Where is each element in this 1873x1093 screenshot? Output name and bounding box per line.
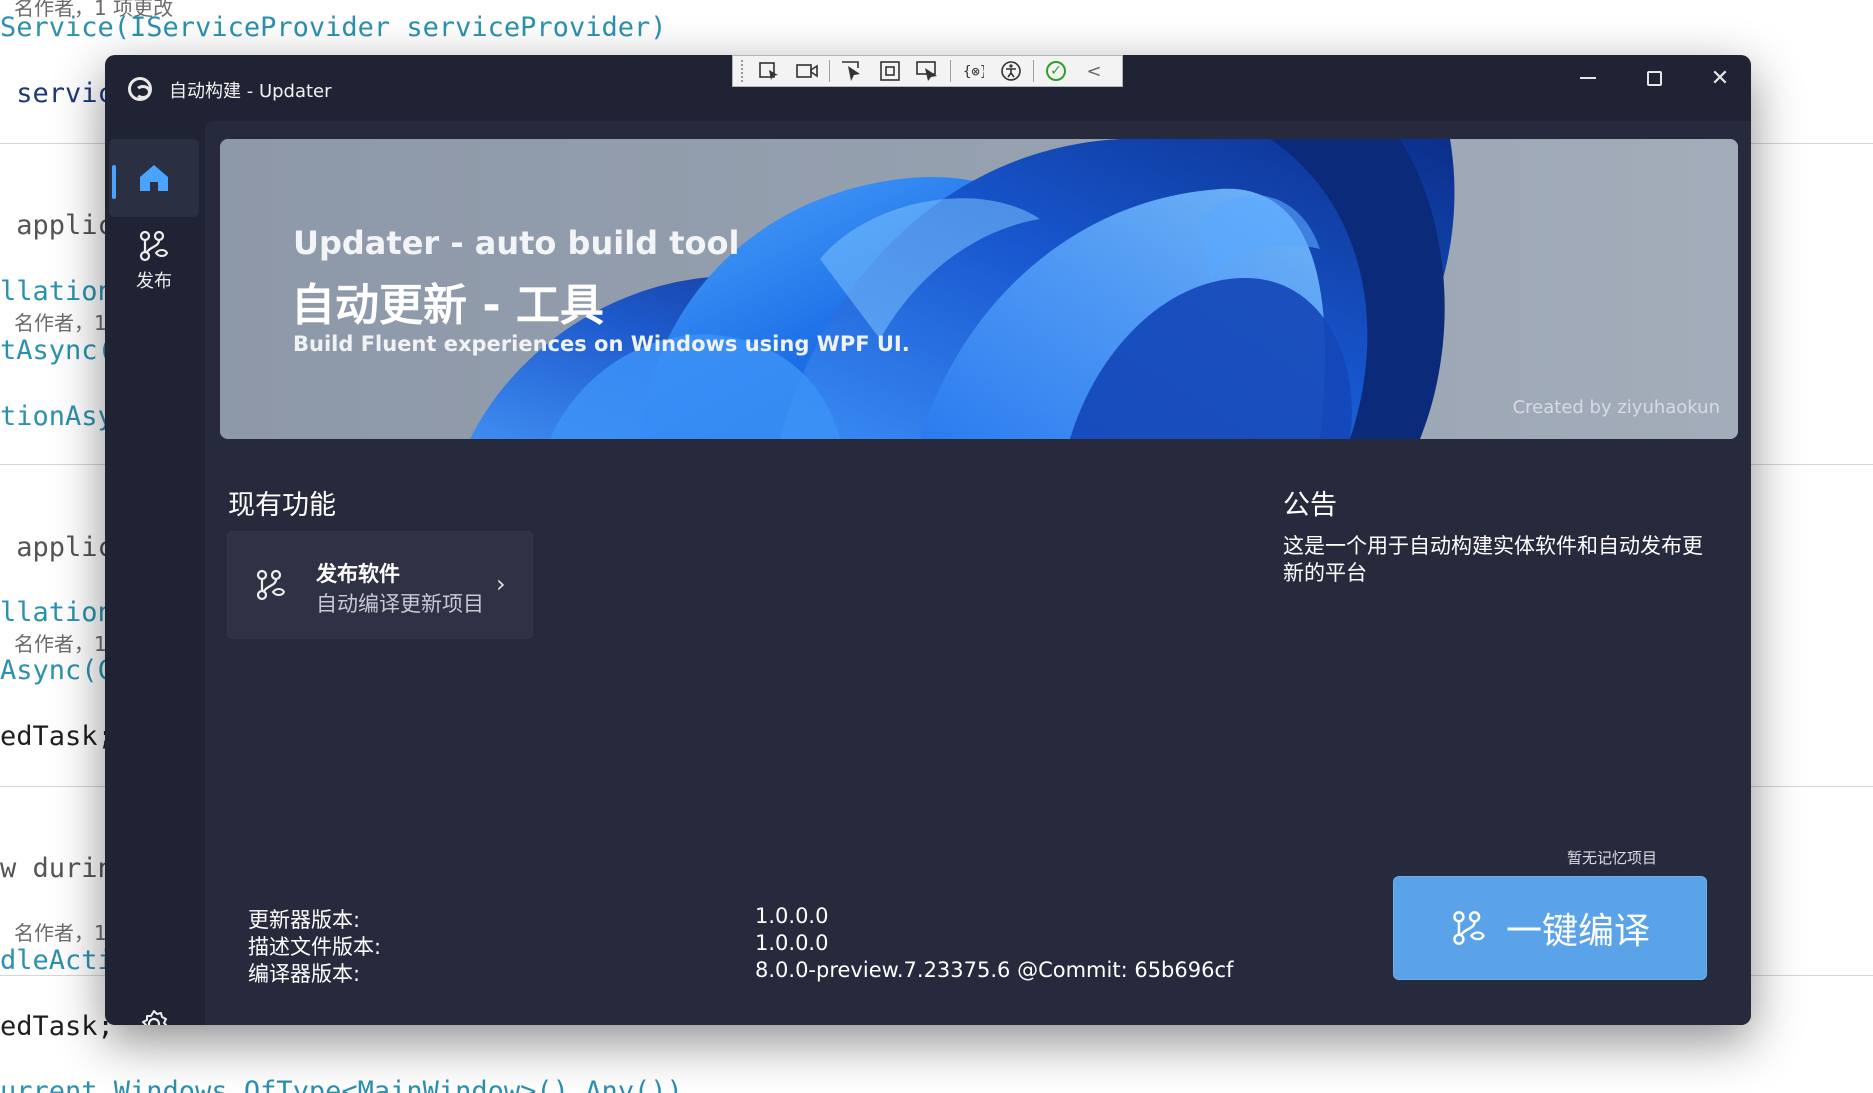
wpf-debug-toolbar: {⊗} ✓ <	[732, 55, 1123, 87]
layout-adorner-icon[interactable]	[874, 58, 906, 84]
banner-chinese-title: 自动更新 - 工具	[291, 280, 604, 331]
code-line: Service(IServiceProvider serviceProvider…	[0, 12, 667, 43]
one-click-build-button[interactable]: 一键编译	[1393, 876, 1707, 980]
window-title: 自动构建 - Updater	[169, 81, 332, 102]
codelens-hint: 名作者，1	[14, 921, 107, 945]
feature-card-description: 自动编译更新项目	[316, 592, 484, 616]
chevron-right-icon: ›	[496, 570, 506, 598]
minimize-icon	[1580, 77, 1596, 79]
codelens-hint: 名作者，1	[14, 311, 107, 335]
main-content: Updater - auto build tool 自动更新 - 工具 Buil…	[205, 121, 1751, 1025]
code-line: llation	[0, 597, 114, 628]
version-value: 1.0.0.0	[755, 904, 829, 928]
maximize-icon	[1646, 70, 1662, 86]
version-value: 1.0.0.0	[755, 931, 829, 955]
checkmark-icon[interactable]: ✓	[1040, 58, 1072, 84]
version-value: 8.0.0-preview.7.23375.6 @Commit: 65b696c…	[755, 958, 1234, 982]
close-icon: ✕	[1710, 65, 1730, 91]
code-line: Async(C	[0, 655, 114, 686]
toolbar-grip[interactable]	[741, 60, 747, 82]
version-label: 描述文件版本:	[248, 935, 382, 959]
toolbar-separator	[829, 60, 830, 82]
code-line: llation	[0, 276, 114, 307]
banner-english-title: Updater - auto build tool	[293, 224, 740, 262]
notice-heading: 公告	[1283, 490, 1337, 521]
accessibility-icon[interactable]	[995, 58, 1027, 84]
record-icon[interactable]	[791, 58, 823, 84]
app-logo-icon	[128, 77, 152, 101]
maximize-button[interactable]	[1621, 55, 1687, 101]
code-line: tionAsy	[0, 401, 114, 432]
code-line: edTask;	[0, 1011, 114, 1042]
toolbar-separator	[1033, 60, 1034, 82]
code-line: edTask;	[0, 721, 114, 752]
toolbar-separator	[950, 60, 951, 82]
version-label: 更新器版本:	[248, 908, 361, 932]
branch-icon	[256, 569, 286, 601]
nav-label-publish: 发布	[136, 271, 172, 292]
code-line: applic	[0, 532, 114, 563]
codelens-hint: 名作者，1	[14, 632, 107, 656]
branch-icon	[1453, 911, 1485, 945]
gear-icon	[142, 1010, 168, 1025]
code-line: servic	[0, 78, 114, 109]
code-line: applic	[0, 210, 114, 241]
feature-card-title: 发布软件	[316, 562, 400, 586]
nav-item-settings[interactable]: 设置	[109, 999, 199, 1025]
build-button-label: 一键编译	[1505, 911, 1650, 952]
banner-subtitle: Build Fluent experiences on Windows usin…	[293, 332, 910, 356]
code-line: w durin	[0, 853, 114, 884]
close-button[interactable]: ✕	[1687, 55, 1751, 101]
code-line: urrent.Windows.OfType<MainWindow>().Any(…	[0, 1076, 683, 1093]
code-line: dleActi	[0, 945, 114, 976]
branch-icon	[139, 230, 169, 262]
code-line: tAsync(	[0, 335, 114, 366]
track-focus-icon[interactable]	[912, 58, 944, 84]
feature-card-publish[interactable]: 发布软件 自动编译更新项目 ›	[227, 531, 533, 639]
nav-item-home[interactable]	[109, 139, 199, 217]
version-label: 编译器版本:	[248, 962, 361, 986]
features-heading: 现有功能	[228, 490, 336, 521]
binding-failures-icon[interactable]: {⊗}	[957, 58, 989, 84]
pointer-icon[interactable]	[836, 58, 868, 84]
banner-credit: Created by ziyuhaokun	[1512, 397, 1720, 418]
notice-text: 这是一个用于自动构建实体软件和自动发布更新的平台	[1283, 534, 1703, 585]
nav-item-publish[interactable]: 发布	[109, 221, 199, 301]
selected-indicator	[112, 165, 116, 199]
app-window: 自动构建 - Updater ✕ 发布 Updater - auto build…	[105, 55, 1751, 1025]
select-element-icon[interactable]	[753, 58, 785, 84]
home-icon	[140, 165, 168, 191]
minimize-button[interactable]	[1555, 55, 1621, 101]
hero-banner: Updater - auto build tool 自动更新 - 工具 Buil…	[220, 139, 1738, 439]
svg-text:{⊗}: {⊗}	[963, 64, 984, 80]
collapse-icon[interactable]: <	[1078, 58, 1110, 84]
navigation-rail: 发布 设置	[105, 121, 205, 1025]
recent-projects-label: 暂无记忆项目	[1567, 849, 1658, 867]
